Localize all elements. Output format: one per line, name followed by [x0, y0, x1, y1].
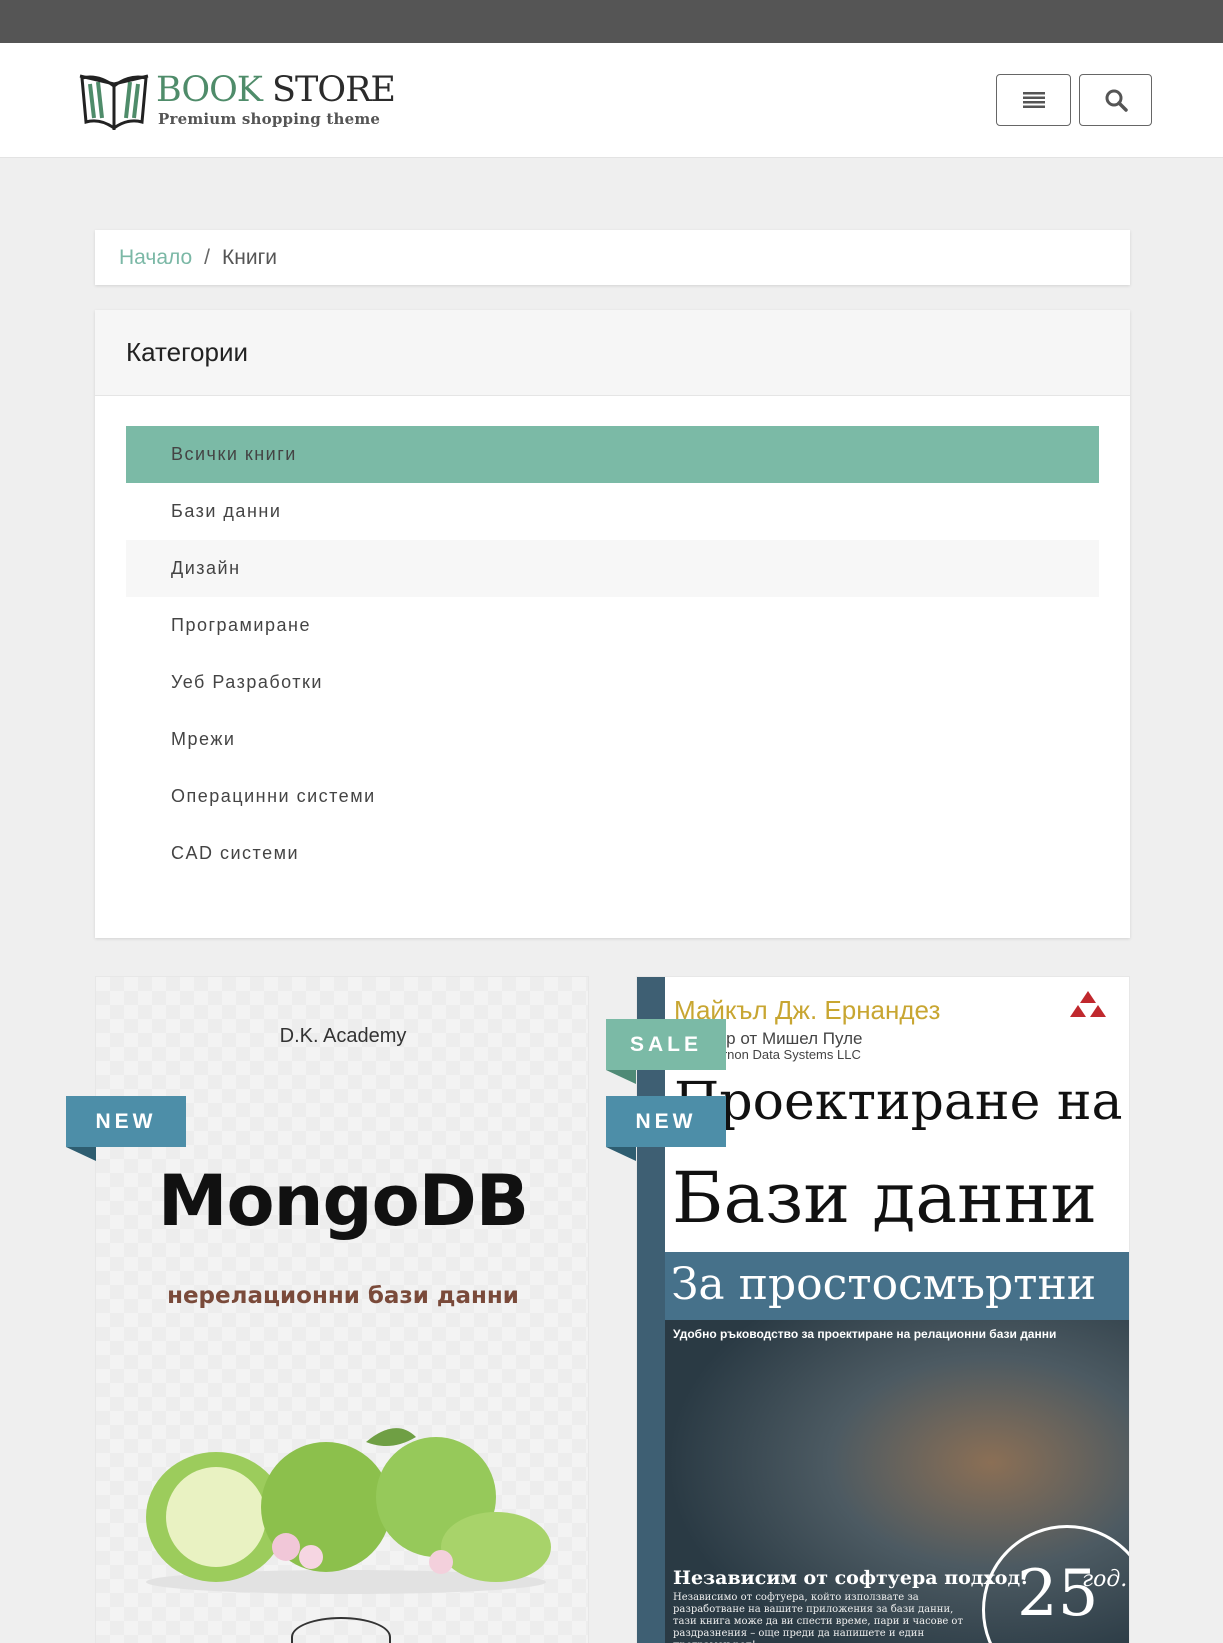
cover-title-line-1: Проектиране на	[674, 1072, 1123, 1132]
search-button[interactable]	[1079, 74, 1152, 126]
cover-publisher: D.K. Academy	[279, 1025, 407, 1047]
cover-company: ...rnon Data Systems LLC	[712, 1047, 861, 1062]
breadcrumb: Начало / Книги	[95, 230, 1130, 285]
publisher-logo-icon	[1070, 991, 1106, 1017]
breadcrumb-home-link[interactable]: Начало	[119, 246, 192, 270]
menu-toggle-button[interactable]	[996, 74, 1071, 126]
category-item-all-books[interactable]: Всички книги	[126, 426, 1099, 483]
sale-badge: SALE	[606, 1019, 726, 1070]
logo-tagline: Premium shopping theme	[158, 110, 381, 128]
site-header: BOOK STORE Premium shopping theme	[0, 43, 1223, 158]
logo-title: BOOK STORE	[156, 70, 396, 110]
category-item-operating-systems[interactable]: Операцинни системи	[126, 768, 1099, 825]
cover-title-line-3: За простосмъртни	[671, 1259, 1097, 1310]
category-item-networks[interactable]: Мрежи	[126, 711, 1099, 768]
cover-title: MongoDB	[157, 1160, 529, 1242]
open-book-icon	[79, 74, 149, 130]
new-badge: NEW	[66, 1096, 186, 1147]
category-item-programming[interactable]: Програмиране	[126, 597, 1099, 654]
category-item-design[interactable]: Дизайн	[126, 540, 1099, 597]
category-list: Всички книги Бази данни Дизайн Програмир…	[126, 426, 1099, 882]
breadcrumb-current: Книги	[222, 245, 277, 269]
new-badge: NEW	[606, 1096, 726, 1147]
top-bar	[0, 0, 1223, 43]
categories-panel: Категории Всички книги Бази данни Дизайн…	[95, 310, 1130, 938]
cover-tagline: Удобно ръководство за проектиране на рел…	[673, 1327, 1057, 1341]
category-item-cad-systems[interactable]: CAD системи	[126, 825, 1099, 882]
breadcrumb-separator: /	[204, 245, 211, 269]
product-card-database-design[interactable]: Майкъл Дж. Ернандез ...р от Мишел Пуле .…	[636, 976, 1130, 1643]
category-item-web-development[interactable]: Уеб Разработки	[126, 654, 1099, 711]
cover-independent-heading: Независим от софтуера подход!	[673, 1567, 1029, 1589]
categories-title: Категории	[95, 310, 1130, 396]
apples-illustration	[146, 1428, 551, 1594]
cover-coauthor: ...р от Мишел Пуле	[712, 1029, 863, 1048]
product-card-mongodb[interactable]: D.K. Academy MongoDB нерелационни бази д…	[95, 976, 589, 1643]
search-icon	[1105, 89, 1128, 112]
cover-title-line-2: Бази данни	[672, 1157, 1098, 1239]
hamburger-icon	[1022, 92, 1045, 108]
store-logo[interactable]: BOOK STORE Premium shopping theme	[78, 70, 396, 134]
cover-independent-body: Независимо от софтуера, който използвате…	[673, 1592, 963, 1643]
anniversary-unit: год.	[1082, 1567, 1128, 1592]
category-item-databases[interactable]: Бази данни	[126, 483, 1099, 540]
cover-subtitle: нерелационни бази данни	[167, 1283, 519, 1309]
